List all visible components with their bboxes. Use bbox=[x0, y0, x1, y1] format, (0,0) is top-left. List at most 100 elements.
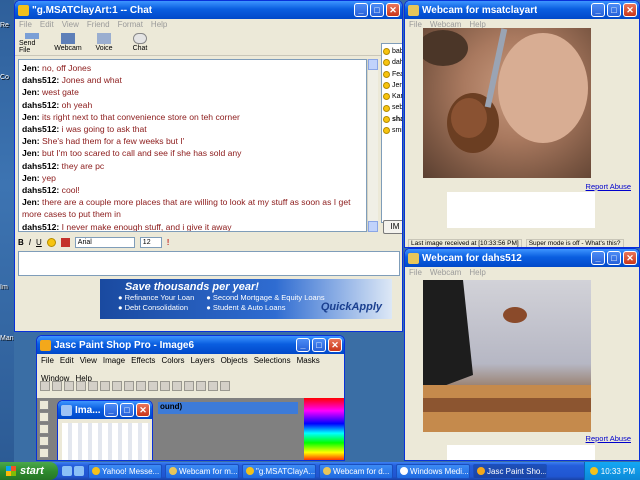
start-button[interactable]: start bbox=[0, 462, 58, 480]
menu-image[interactable]: Image bbox=[103, 355, 125, 367]
print-icon[interactable] bbox=[76, 381, 86, 391]
menu-webcam[interactable]: Webcam bbox=[430, 268, 461, 279]
save-icon[interactable] bbox=[64, 381, 74, 391]
close-button[interactable]: ✕ bbox=[328, 338, 342, 352]
tools-icon[interactable] bbox=[208, 381, 218, 391]
friend-item[interactable]: Jen bbox=[382, 80, 402, 91]
scroll-up-button[interactable] bbox=[368, 59, 378, 70]
layers-icon[interactable] bbox=[184, 381, 194, 391]
task-button[interactable]: Webcam for d... bbox=[319, 463, 393, 479]
tray-icon[interactable] bbox=[589, 467, 598, 475]
undo-icon[interactable] bbox=[88, 381, 98, 391]
zoom-tool-icon[interactable] bbox=[39, 412, 49, 422]
bold-button[interactable]: B bbox=[18, 238, 24, 247]
color-icon[interactable] bbox=[60, 237, 70, 247]
maximize-button[interactable]: □ bbox=[120, 403, 134, 417]
menu-view[interactable]: View bbox=[62, 20, 79, 31]
italic-button[interactable]: I bbox=[29, 238, 31, 247]
maximize-button[interactable]: □ bbox=[370, 3, 384, 17]
friend-item[interactable]: dahs512 bbox=[382, 57, 402, 68]
histogram-icon[interactable] bbox=[172, 381, 182, 391]
report-abuse-link[interactable]: Report Abuse bbox=[586, 182, 631, 191]
help-icon[interactable] bbox=[220, 381, 230, 391]
menu-layers[interactable]: Layers bbox=[191, 355, 215, 367]
redo-icon[interactable] bbox=[100, 381, 110, 391]
menu-effects[interactable]: Effects bbox=[131, 355, 155, 367]
clock[interactable]: 10:33 PM bbox=[601, 467, 635, 476]
palette-icon[interactable] bbox=[196, 381, 206, 391]
chat-transcript[interactable]: Jen: no, off Jones dahs512: Jones and wh… bbox=[18, 59, 367, 232]
close-button[interactable]: ✕ bbox=[386, 3, 400, 17]
color-palette[interactable] bbox=[304, 398, 344, 460]
open-icon[interactable] bbox=[52, 381, 62, 391]
menu-file[interactable]: File bbox=[409, 20, 422, 31]
chat-titlebar[interactable]: "g.MSATClayArt:1 -- Chat _ □ ✕ bbox=[15, 1, 402, 19]
quick-launch-icon[interactable] bbox=[62, 466, 72, 476]
webcam-titlebar[interactable]: Webcam for dahs512 _ □ ✕ bbox=[405, 249, 639, 267]
crop-tool-icon[interactable] bbox=[39, 424, 49, 434]
new-icon[interactable] bbox=[40, 381, 50, 391]
cut-icon[interactable] bbox=[112, 381, 122, 391]
friend-item[interactable]: smilowth bbox=[382, 125, 402, 136]
menu-selections[interactable]: Selections bbox=[254, 355, 291, 367]
menu-file[interactable]: File bbox=[19, 20, 32, 31]
minimize-button[interactable]: _ bbox=[104, 403, 118, 417]
task-button[interactable]: Windows Medi... bbox=[396, 463, 470, 479]
menu-edit[interactable]: Edit bbox=[40, 20, 54, 31]
minimize-button[interactable]: _ bbox=[591, 251, 605, 265]
desktop-icon-label[interactable]: Re bbox=[0, 22, 14, 29]
scroll-down-button[interactable] bbox=[368, 221, 378, 232]
super-mode-status[interactable]: Super mode is off - What's this? bbox=[525, 239, 624, 247]
friend-item[interactable]: babasb bbox=[382, 46, 402, 57]
smiley-icon[interactable] bbox=[46, 237, 56, 247]
send-file-button[interactable]: Send File bbox=[19, 33, 45, 54]
menu-edit[interactable]: Edit bbox=[60, 355, 74, 367]
friend-item[interactable]: seblack bbox=[382, 102, 402, 113]
close-button[interactable]: ✕ bbox=[623, 3, 637, 17]
nudge-icon[interactable]: ! bbox=[167, 238, 170, 247]
close-button[interactable]: ✕ bbox=[136, 403, 150, 417]
menu-friend[interactable]: Friend bbox=[87, 20, 110, 31]
chat-button[interactable]: Chat bbox=[127, 33, 153, 54]
friend-item[interactable]: Kandi bbox=[382, 91, 402, 102]
psp-titlebar[interactable]: Jasc Paint Shop Pro - Image6 _ □ ✕ bbox=[37, 336, 344, 354]
task-button[interactable]: Jasc Paint Sho... bbox=[473, 463, 547, 479]
ad-banner[interactable]: Save thousands per year! ● Refinance You… bbox=[100, 279, 392, 319]
underline-button[interactable]: U bbox=[36, 238, 42, 247]
voice-button[interactable]: Voice bbox=[91, 33, 117, 54]
font-select[interactable]: Arial bbox=[74, 236, 135, 248]
maximize-button[interactable]: □ bbox=[607, 3, 621, 17]
webcam-titlebar[interactable]: Webcam for msatclayart _ □ ✕ bbox=[405, 1, 639, 19]
menu-view[interactable]: View bbox=[80, 355, 97, 367]
menu-objects[interactable]: Objects bbox=[221, 355, 248, 367]
menu-format[interactable]: Format bbox=[118, 20, 143, 31]
desktop-icon-label[interactable]: Im bbox=[0, 284, 14, 291]
friend-item[interactable]: Fearles bbox=[382, 69, 402, 80]
minimize-button[interactable]: _ bbox=[354, 3, 368, 17]
paste-icon[interactable] bbox=[136, 381, 146, 391]
minimize-button[interactable]: _ bbox=[296, 338, 310, 352]
menu-colors[interactable]: Colors bbox=[161, 355, 184, 367]
task-button[interactable]: Webcam for m... bbox=[165, 463, 239, 479]
maximize-button[interactable]: □ bbox=[312, 338, 326, 352]
browse-icon[interactable] bbox=[160, 381, 170, 391]
menu-masks[interactable]: Masks bbox=[297, 355, 320, 367]
image-canvas[interactable] bbox=[62, 423, 150, 460]
menu-file[interactable]: File bbox=[409, 268, 422, 279]
task-button[interactable]: Yahoo! Messe... bbox=[88, 463, 162, 479]
task-button[interactable]: "g.MSATClayA... bbox=[242, 463, 316, 479]
quick-launch-icon[interactable] bbox=[74, 466, 84, 476]
zoom-icon[interactable] bbox=[148, 381, 158, 391]
menu-file[interactable]: File bbox=[41, 355, 54, 367]
arrow-tool-icon[interactable] bbox=[39, 400, 49, 410]
message-input[interactable] bbox=[18, 251, 400, 276]
menu-help[interactable]: Help bbox=[151, 20, 167, 31]
copy-icon[interactable] bbox=[124, 381, 134, 391]
close-button[interactable]: ✕ bbox=[623, 251, 637, 265]
image-titlebar[interactable]: Ima... _ □ ✕ bbox=[58, 401, 152, 419]
move-tool-icon[interactable] bbox=[39, 436, 49, 446]
transcript-scrollbar[interactable] bbox=[367, 59, 378, 232]
im-button[interactable]: IM bbox=[383, 220, 402, 234]
menu-help[interactable]: Help bbox=[469, 268, 485, 279]
report-abuse-link[interactable]: Report Abuse bbox=[586, 434, 631, 443]
